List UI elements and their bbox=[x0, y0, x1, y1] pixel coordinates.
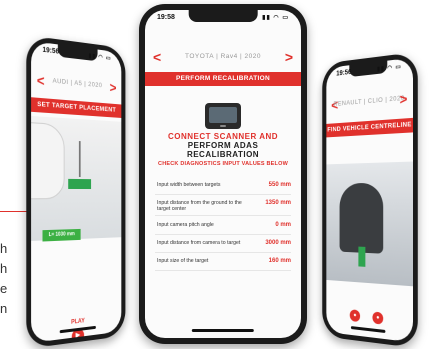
home-indicator bbox=[191, 329, 255, 332]
nav-row: < RENAULT | CLIO | 2020 > bbox=[326, 89, 413, 116]
input-row: Input camera pitch angle 0 mm bbox=[145, 218, 301, 235]
row-divider bbox=[155, 270, 291, 271]
input-label: Input distance from the ground to the ta… bbox=[157, 200, 242, 212]
chevron-right-icon[interactable]: > bbox=[110, 79, 117, 95]
status-icons: ▮▮ ◠ ▭ bbox=[262, 15, 289, 21]
edge-text-2: h bbox=[0, 261, 8, 276]
screen-left: 19:56 ▮▮ ◠ ▭ < AUDI | A5 | 2020 > SET TA… bbox=[31, 40, 122, 344]
input-row: Input distance from the ground to the ta… bbox=[145, 196, 301, 216]
input-row: Input distance from camera to target 300… bbox=[145, 236, 301, 253]
centreline-marker bbox=[358, 246, 366, 267]
status-time: 19:56 bbox=[336, 68, 352, 78]
row-divider bbox=[155, 234, 291, 235]
status-icons: ▮▮ ◠ ▭ bbox=[377, 64, 402, 73]
home-indicator bbox=[350, 326, 386, 334]
screen-right: 19:56 ▮▮ ◠ ▭ < RENAULT | CLIO | 2020 > F… bbox=[326, 57, 413, 343]
nav-row: < AUDI | A5 | 2020 > bbox=[31, 70, 121, 99]
target-placement-image bbox=[31, 115, 122, 241]
edge-text-4: n bbox=[0, 301, 8, 316]
nav-row: < TOYOTA | Rav4 | 2020 > bbox=[145, 48, 301, 68]
phone-left: 19:56 ▮▮ ◠ ▭ < AUDI | A5 | 2020 > SET TA… bbox=[26, 35, 126, 349]
vehicle-title: TOYOTA | Rav4 | 2020 bbox=[185, 53, 261, 60]
phone-right: 19:56 ▮▮ ◠ ▭ < RENAULT | CLIO | 2020 > F… bbox=[322, 51, 418, 349]
chevron-right-icon[interactable]: > bbox=[285, 49, 293, 65]
row-divider bbox=[155, 252, 291, 253]
heading-connect: CONNECT SCANNER AND bbox=[167, 132, 279, 141]
input-label: Input width between targets bbox=[157, 182, 221, 188]
input-value: 160 mm bbox=[268, 258, 291, 264]
step-header: FIND VEHICLE CENTRELINE bbox=[326, 117, 413, 138]
edge-text-1: h bbox=[0, 241, 8, 256]
status-bar: 19:58 ▮▮ ◠ ▭ bbox=[153, 14, 293, 24]
chevron-right-icon[interactable]: > bbox=[400, 90, 408, 107]
record-button-left[interactable]: ● bbox=[349, 309, 361, 323]
input-value: 0 mm bbox=[275, 222, 291, 228]
vehicle-title: AUDI | A5 | 2020 bbox=[52, 77, 103, 90]
input-value: 3000 mm bbox=[265, 240, 291, 246]
screen-center: 19:58 ▮▮ ◠ ▭ < TOYOTA | Rav4 | 2020 > PE… bbox=[145, 10, 301, 338]
scanner-device-icon bbox=[205, 103, 241, 129]
scanner-button bbox=[220, 125, 226, 127]
heading-perform: PERFORM ADAS bbox=[187, 141, 259, 150]
phone-center: 19:58 ▮▮ ◠ ▭ < TOYOTA | Rav4 | 2020 > PE… bbox=[139, 4, 307, 344]
input-label: Input distance from camera to target bbox=[157, 240, 241, 246]
record-button-right[interactable]: ● bbox=[372, 311, 384, 325]
input-value: 1350 mm bbox=[265, 200, 291, 206]
subheading-check: CHECK DIAGNOSTICS INPUT VALUES BELOW bbox=[158, 161, 288, 167]
status-icons: ▮▮ ◠ ▭ bbox=[88, 53, 112, 62]
vehicle-centreline-image bbox=[326, 161, 413, 287]
status-time: 19:56 bbox=[42, 46, 60, 56]
step-header: SET TARGET PLACEMENT bbox=[31, 97, 122, 118]
input-label: Input size of the target bbox=[157, 258, 209, 264]
row-divider bbox=[155, 194, 291, 195]
edge-text-3: e bbox=[0, 281, 8, 296]
step-header: PERFORM RECALIBRATION bbox=[145, 72, 301, 86]
status-time: 19:58 bbox=[157, 14, 175, 21]
scanner-screen bbox=[209, 107, 237, 123]
input-row: Input width between targets 550 mm bbox=[145, 178, 301, 195]
row-divider bbox=[155, 215, 291, 216]
tripod-shape bbox=[78, 141, 93, 178]
input-row: Input size of the target 160 mm bbox=[145, 254, 301, 271]
target-marker bbox=[68, 178, 92, 190]
input-label: Input camera pitch angle bbox=[157, 222, 214, 228]
input-value: 550 mm bbox=[268, 182, 291, 188]
car-shape bbox=[339, 182, 384, 254]
car-front-shape bbox=[31, 121, 65, 200]
heading-recalibration: RECALIBRATION bbox=[186, 150, 260, 159]
distance-badge: L= 1030 mm bbox=[42, 228, 81, 242]
